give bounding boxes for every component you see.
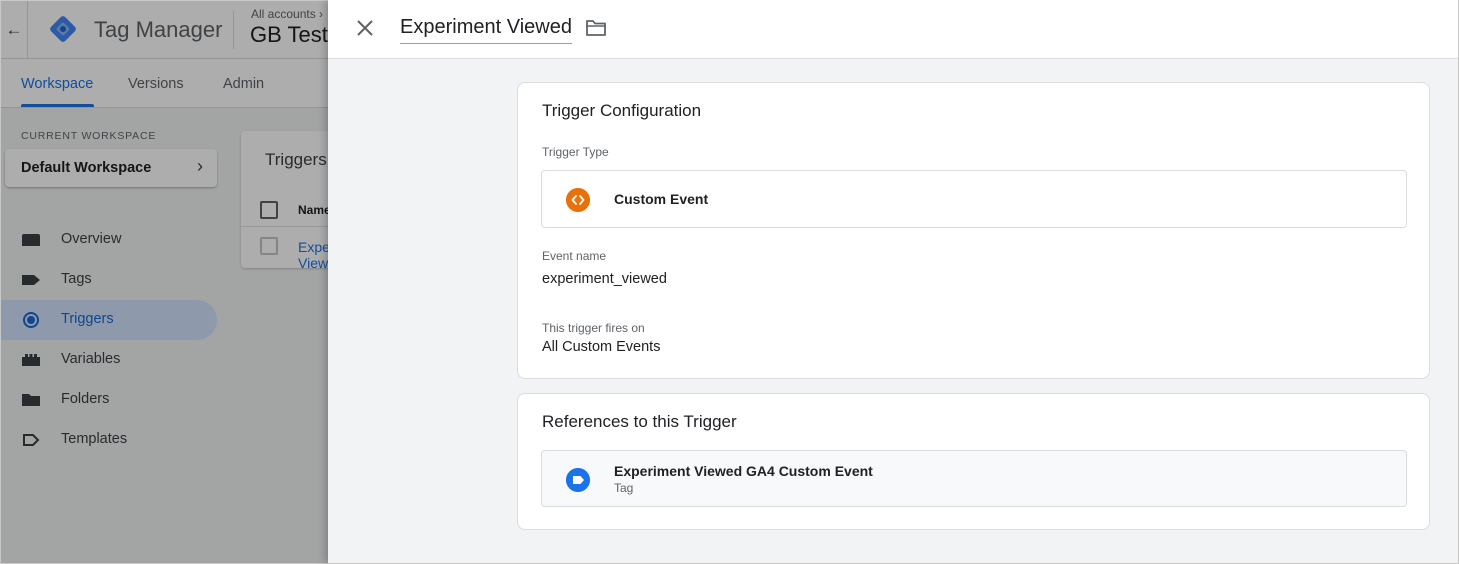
trigger-type-name: Custom Event	[614, 191, 709, 207]
panel-header: Experiment Viewed	[328, 0, 1458, 59]
fires-on-label: This trigger fires on	[542, 321, 645, 335]
trigger-configuration-title: Trigger Configuration	[542, 101, 702, 120]
references-card: References to this Trigger Experiment Vi…	[517, 393, 1430, 530]
folder-icon[interactable]	[585, 18, 607, 38]
trigger-name-input[interactable]: Experiment Viewed	[400, 16, 572, 44]
custom-event-icon	[566, 188, 590, 212]
references-title: References to this Trigger	[542, 412, 737, 431]
reference-item[interactable]: Experiment Viewed GA4 Custom Event Tag	[541, 450, 1407, 507]
trigger-type-label: Trigger Type	[542, 145, 609, 159]
event-name-label: Event name	[542, 249, 607, 263]
trigger-detail-panel: Experiment Viewed Trigger Configuration …	[328, 0, 1459, 564]
reference-type: Tag	[614, 481, 634, 495]
reference-name: Experiment Viewed GA4 Custom Event	[614, 463, 873, 479]
fires-on-value: All Custom Events	[542, 339, 661, 355]
trigger-type-selector[interactable]: Custom Event	[541, 170, 1407, 228]
close-icon[interactable]	[352, 15, 378, 41]
tag-icon	[566, 468, 590, 492]
trigger-configuration-card[interactable]: Trigger Configuration Trigger Type Custo…	[517, 82, 1430, 379]
event-name-value: experiment_viewed	[542, 271, 667, 287]
